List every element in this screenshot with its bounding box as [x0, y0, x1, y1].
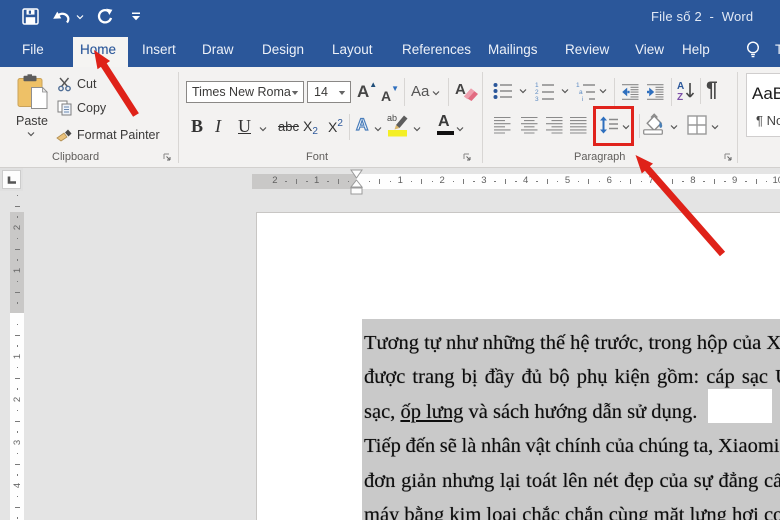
svg-text:ab: ab: [387, 113, 397, 123]
svg-text:i: i: [582, 96, 583, 101]
svg-text:A: A: [677, 81, 684, 92]
svg-text:1: 1: [576, 82, 580, 89]
svg-text:a: a: [579, 89, 583, 96]
svg-text:3: 3: [535, 96, 539, 101]
svg-text:Z: Z: [677, 92, 683, 102]
svg-text:2: 2: [535, 89, 539, 96]
svg-text:1: 1: [535, 82, 539, 89]
